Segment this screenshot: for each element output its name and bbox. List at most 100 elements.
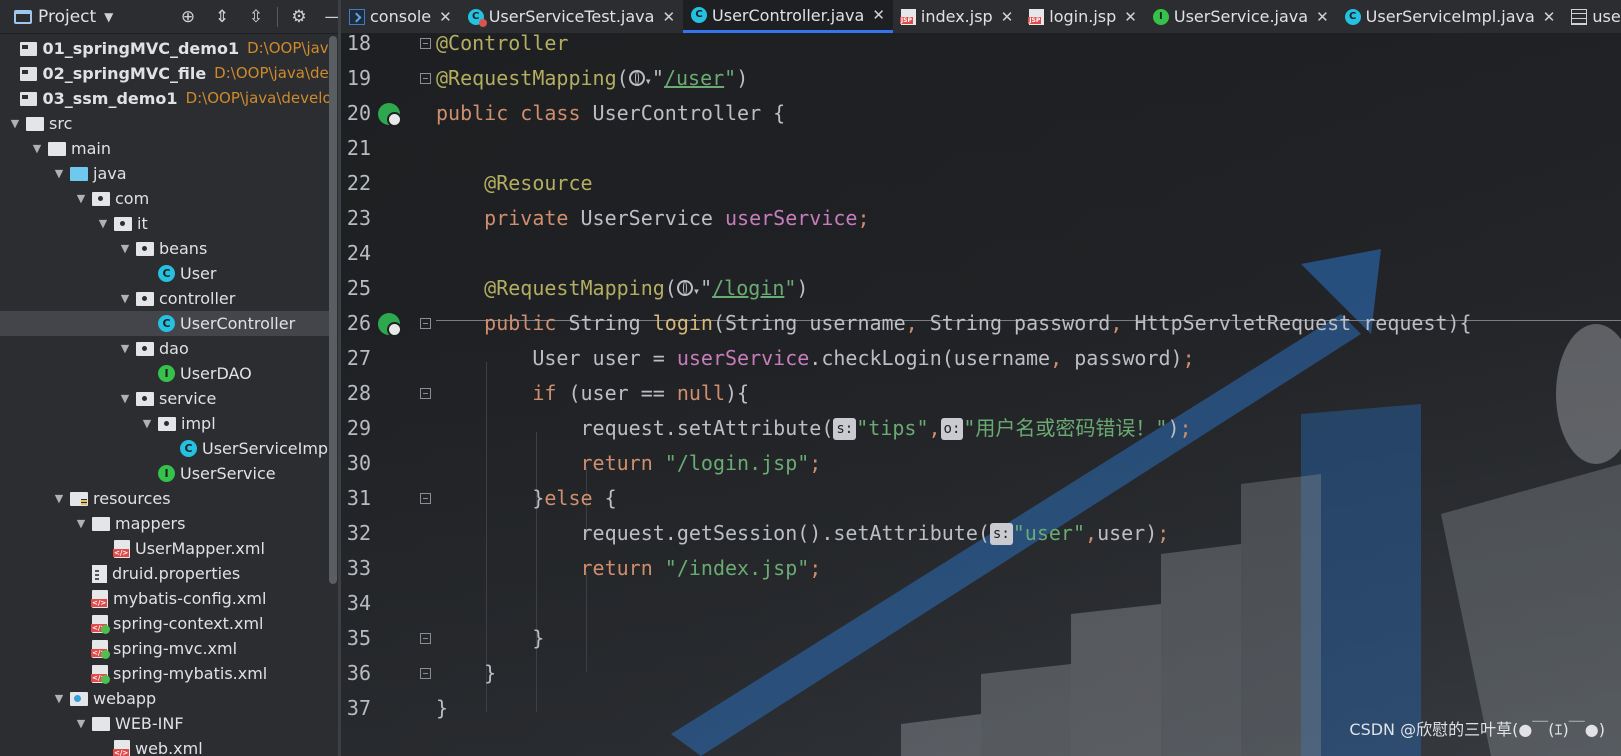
tree-item[interactable]: ▶spring-mybatis.xml <box>0 661 337 686</box>
tree-item[interactable]: ▶02_springMVC_fileD:\OOP\java\develo <box>0 61 337 86</box>
code-line[interactable]: 34 <box>341 586 1621 621</box>
tree-item[interactable]: ▼ main <box>0 136 337 161</box>
code-line[interactable]: 36 } <box>341 656 1621 691</box>
tree-item[interactable]: ▼ resources <box>0 486 337 511</box>
gear-icon[interactable]: ⚙ <box>282 7 316 27</box>
tree-item[interactable]: ▼ mappers <box>0 511 337 536</box>
tree-item[interactable]: ▼ service <box>0 386 337 411</box>
code-line[interactable]: 20 public class UserController { <box>341 96 1621 131</box>
tree-item[interactable]: ▼ com <box>0 186 337 211</box>
close-icon[interactable]: ✕ <box>872 6 885 24</box>
tree-item[interactable]: ▶druid.properties <box>0 561 337 586</box>
code-editor[interactable]: console ✕ C UserServiceTest.java ✕ C UserContr… <box>341 0 1621 756</box>
close-icon[interactable]: ✕ <box>1543 8 1556 26</box>
line-number[interactable]: 34 <box>341 586 371 621</box>
fold-toggle-icon[interactable] <box>420 318 431 329</box>
code-line[interactable]: 33 return "/index.jsp"; <box>341 551 1621 586</box>
chevron-down-icon[interactable]: ▼ <box>74 711 88 736</box>
chevron-down-icon[interactable]: ▼ <box>118 236 132 261</box>
tree-item[interactable]: ▶mybatis-config.xml <box>0 586 337 611</box>
line-number[interactable]: 35 <box>341 621 371 656</box>
code-line[interactable]: 22 @Resource <box>341 166 1621 201</box>
chevron-down-icon[interactable]: ▾ <box>693 284 700 298</box>
line-number[interactable]: 24 <box>341 236 371 271</box>
chevron-down-icon[interactable]: ▼ <box>52 486 66 511</box>
tree-item[interactable]: ▼ java <box>0 161 337 186</box>
tree-item[interactable]: ▼ impl <box>0 411 337 436</box>
expand-all-icon[interactable]: ⇕ <box>205 7 239 27</box>
code-line[interactable]: 26 public String login(String username, … <box>341 306 1621 341</box>
code-line[interactable]: 23 private UserService userService; <box>341 201 1621 236</box>
code-line[interactable]: 29 request.setAttribute(s: "tips", o: "用户名或… <box>341 411 1621 446</box>
tree-item[interactable]: ▼ controller <box>0 286 337 311</box>
line-number[interactable]: 22 <box>341 166 371 201</box>
line-number[interactable]: 28 <box>341 376 371 411</box>
tree-item[interactable]: ▶CUserServiceImpl <box>0 436 337 461</box>
line-number[interactable]: 19 <box>341 61 371 96</box>
line-number[interactable]: 29 <box>341 411 371 446</box>
tree-item[interactable]: ▶spring-context.xml <box>0 611 337 636</box>
fold-toggle-icon[interactable] <box>420 388 431 399</box>
project-panel-title[interactable]: Project <box>38 7 96 27</box>
line-number[interactable]: 26 <box>341 306 371 341</box>
chevron-down-icon[interactable]: ▼ <box>140 411 154 436</box>
tree-item[interactable]: ▶web.xml <box>0 736 337 756</box>
line-number[interactable]: 36 <box>341 656 371 691</box>
chevron-down-icon[interactable]: ▼ <box>52 161 66 186</box>
target-icon[interactable]: ⊕ <box>171 7 205 27</box>
line-number[interactable]: 33 <box>341 551 371 586</box>
chevron-down-icon[interactable]: ▾ <box>645 74 652 88</box>
fold-toggle-icon[interactable] <box>420 73 431 84</box>
code-line[interactable]: 21 <box>341 131 1621 166</box>
close-icon[interactable]: ✕ <box>662 8 675 26</box>
fold-toggle-icon[interactable] <box>420 493 431 504</box>
tree-item[interactable]: ▼ dao <box>0 336 337 361</box>
web-endpoint-icon[interactable] <box>378 313 402 337</box>
fold-toggle-icon[interactable] <box>420 38 431 49</box>
tree-item[interactable]: ▼ beans <box>0 236 337 261</box>
fold-toggle-icon[interactable] <box>420 668 431 679</box>
globe-icon[interactable] <box>628 70 645 86</box>
close-icon[interactable]: ✕ <box>1001 8 1014 26</box>
code-line[interactable]: 35 } <box>341 621 1621 656</box>
line-number[interactable]: 31 <box>341 481 371 516</box>
tree-item[interactable]: ▶IUserDAO <box>0 361 337 386</box>
chevron-down-icon[interactable]: ▼ <box>52 686 66 711</box>
code-line[interactable]: 18 @Controller <box>341 26 1621 61</box>
chevron-down-icon[interactable]: ▼ <box>30 136 44 161</box>
line-number[interactable]: 32 <box>341 516 371 551</box>
chevron-down-icon[interactable]: ▼ <box>8 111 22 136</box>
code-area[interactable]: 18 @Controller 19 @RequestMapping(▾"/user")… <box>341 31 1621 756</box>
line-number[interactable]: 27 <box>341 341 371 376</box>
close-icon[interactable]: ✕ <box>439 8 452 26</box>
code-line[interactable]: 32 request.getSession().setAttribute(s: "… <box>341 516 1621 551</box>
code-line[interactable]: 28 if (user == null){ <box>341 376 1621 411</box>
tree-item[interactable]: ▶spring-mvc.xml <box>0 636 337 661</box>
code-line[interactable]: 25 @RequestMapping(▾"/login") <box>341 271 1621 306</box>
line-number[interactable]: 18 <box>341 26 371 61</box>
tree-item[interactable]: ▶01_springMVC_demo1D:\OOP\java\d <box>0 36 337 61</box>
line-number[interactable]: 25 <box>341 271 371 306</box>
tree-item[interactable]: ▶CUser <box>0 261 337 286</box>
collapse-all-icon[interactable]: ⇳ <box>239 7 273 27</box>
globe-icon[interactable] <box>676 280 693 296</box>
tree-scrollbar[interactable] <box>329 36 337 584</box>
chevron-down-icon[interactable]: ▼ <box>118 386 132 411</box>
tree-item[interactable]: ▼ webapp <box>0 686 337 711</box>
line-number[interactable]: 37 <box>341 691 371 726</box>
code-line[interactable]: 31 }else { <box>341 481 1621 516</box>
chevron-down-icon[interactable]: ▼ <box>96 211 110 236</box>
tree-item[interactable]: ▼ src <box>0 111 337 136</box>
line-number[interactable]: 20 <box>341 96 371 131</box>
chevron-down-icon[interactable]: ▼ <box>74 186 88 211</box>
chevron-down-icon[interactable]: ▼ <box>104 10 113 24</box>
code-line[interactable]: 30 return "/login.jsp"; <box>341 446 1621 481</box>
code-line[interactable]: 27 User user = userService.checkLogin(us… <box>341 341 1621 376</box>
line-number[interactable]: 21 <box>341 131 371 166</box>
tree-item[interactable]: ▶UserMapper.xml <box>0 536 337 561</box>
line-number[interactable]: 30 <box>341 446 371 481</box>
chevron-down-icon[interactable]: ▼ <box>74 511 88 536</box>
code-line[interactable]: 24 <box>341 236 1621 271</box>
tree-item[interactable]: ▼ WEB-INF <box>0 711 337 736</box>
chevron-down-icon[interactable]: ▼ <box>118 286 132 311</box>
